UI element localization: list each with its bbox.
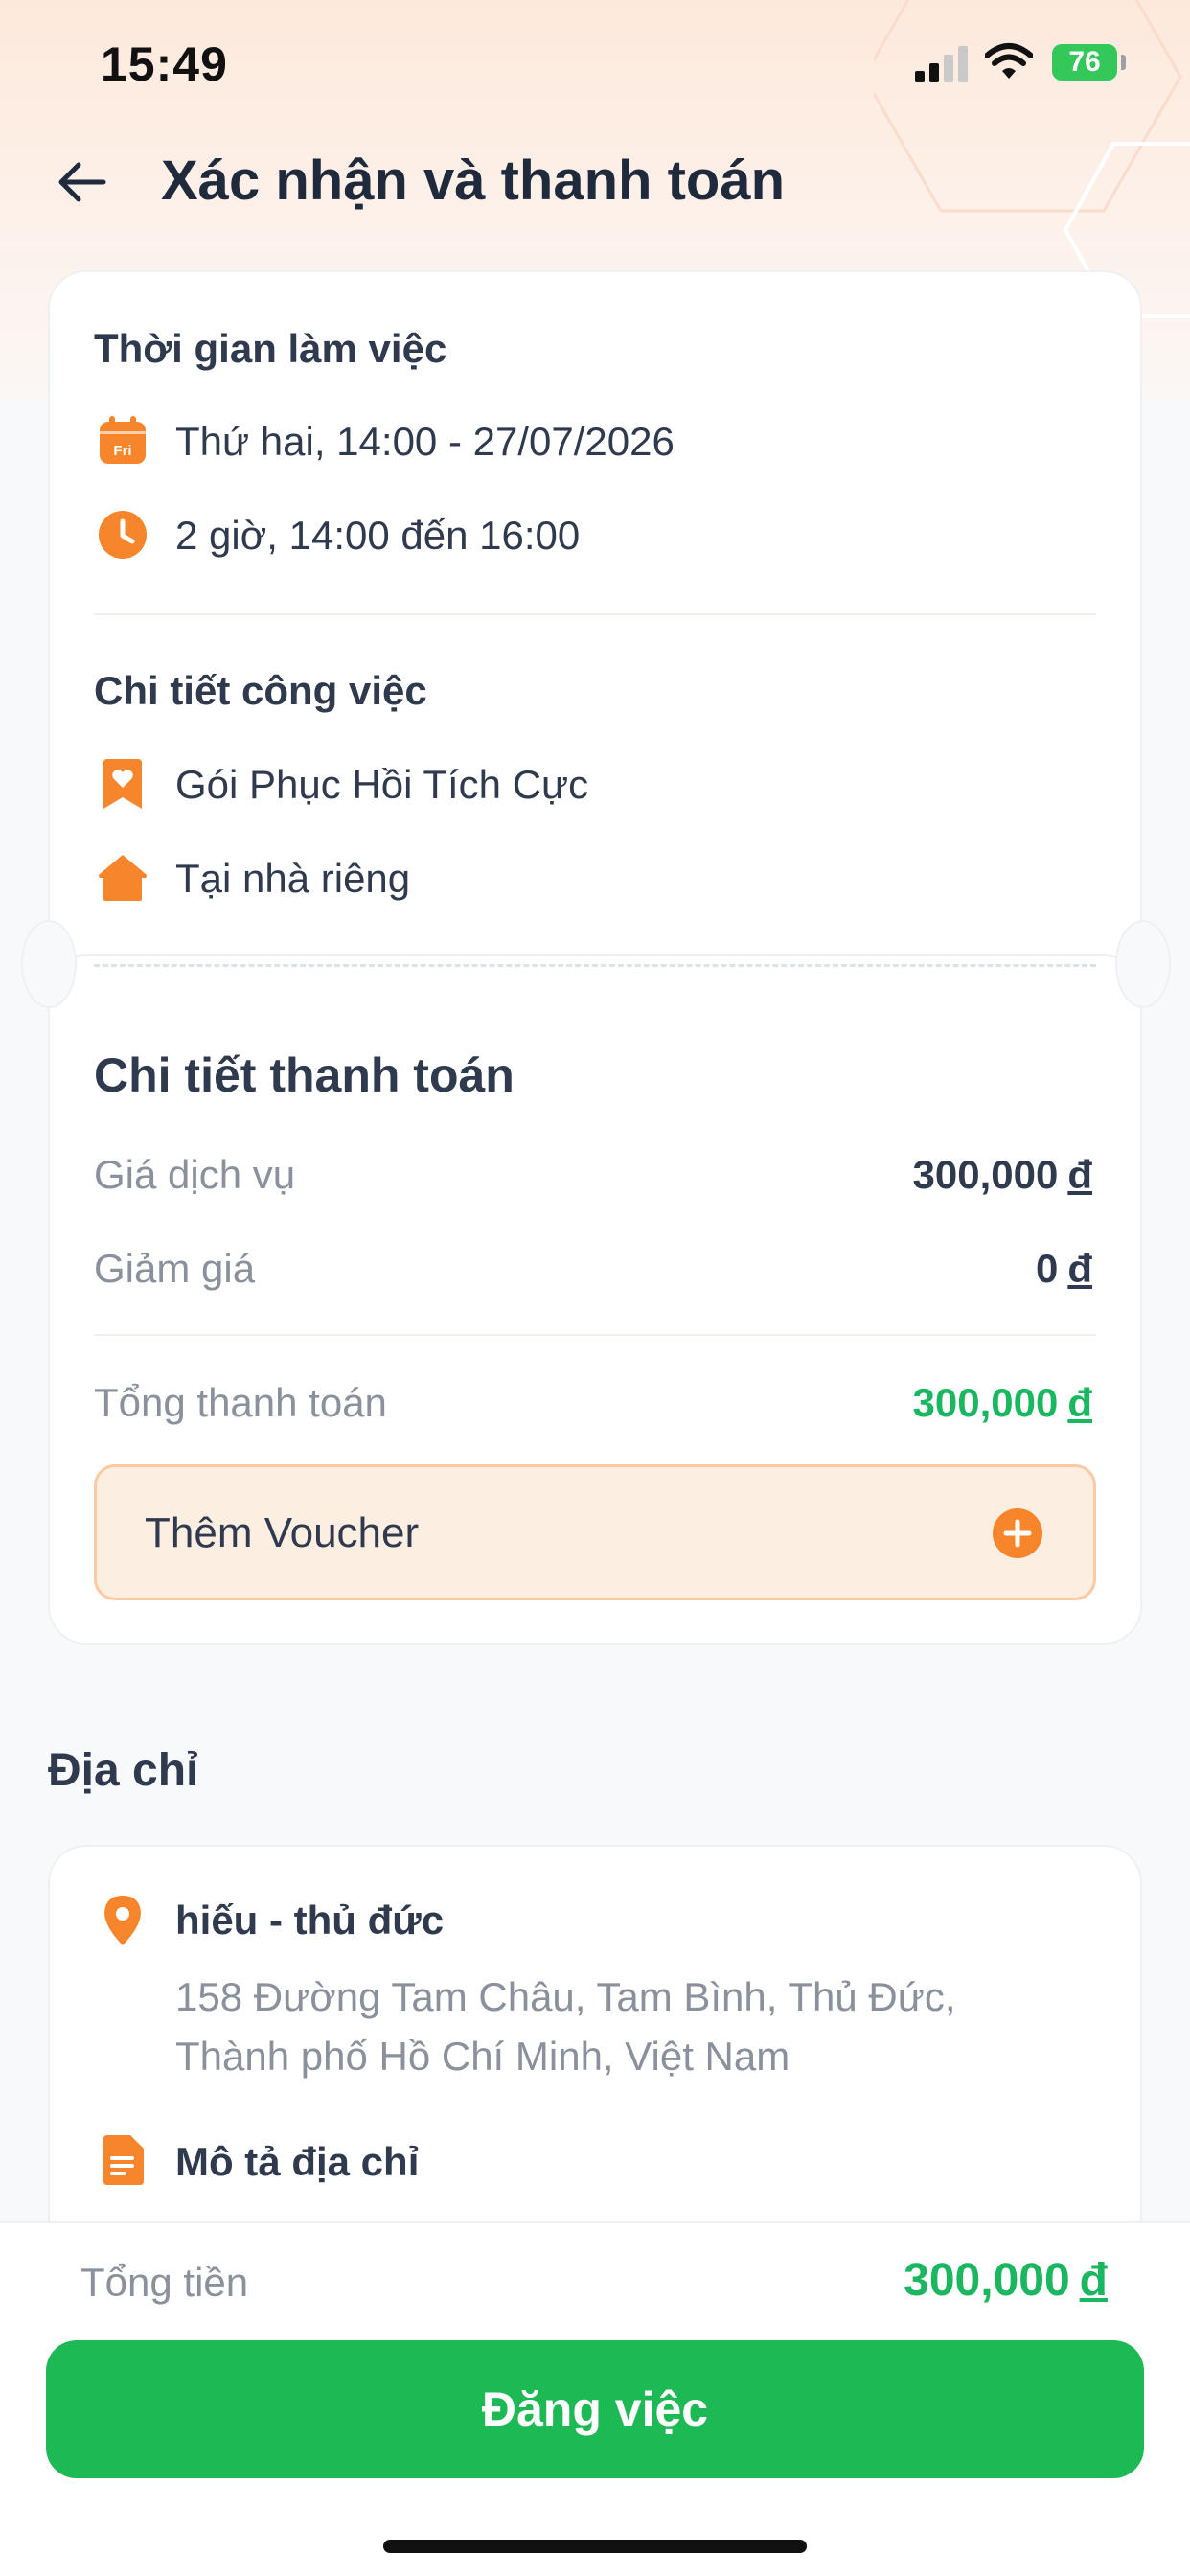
payment-title: Chi tiết thanh toán: [94, 1048, 515, 1102]
battery-level: 76: [1068, 46, 1101, 78]
signal-icon: [915, 46, 968, 82]
voucher-label: Thêm Voucher: [145, 1509, 420, 1556]
address-line-1: 158 Đường Tam Châu, Tam Bình, Thủ Đức,: [175, 1974, 956, 2019]
total-payment-value: 300,000 đ: [913, 1380, 1092, 1426]
address-name: hiếu - thủ đức: [175, 1898, 445, 1943]
app-header: Xác nhận và thanh toán: [0, 134, 1190, 230]
currency-symbol: đ: [1067, 1152, 1092, 1197]
document-icon: [103, 2135, 144, 2185]
divider: [94, 1334, 1096, 1336]
home-indicator: [383, 2540, 807, 2553]
calendar-icon-label: Fri: [113, 443, 131, 459]
discount-value: 0đ: [1036, 1246, 1092, 1292]
footer-total-label: Tổng tiền: [80, 2260, 249, 2305]
back-arrow-icon[interactable]: [56, 155, 109, 209]
job-package: Gói Phục Hồi Tích Cực: [175, 762, 589, 807]
ticket-divider: [94, 964, 1096, 967]
job-details-title: Chi tiết công việc: [94, 668, 427, 713]
currency-symbol: đ: [1067, 1380, 1092, 1425]
home-icon: [99, 855, 147, 901]
page-title: Xác nhận và thanh toán: [161, 150, 785, 212]
work-duration: 2 giờ, 14:00 đến 16:00: [175, 513, 581, 558]
clock-icon: [99, 511, 147, 559]
post-job-button[interactable]: Đăng việc: [46, 2340, 1144, 2478]
discount-label: Giảm giá: [94, 1246, 256, 1291]
service-price-value: 300,000 đ: [913, 1152, 1092, 1198]
status-bar: 15:49 76: [0, 0, 1190, 129]
battery-indicator: 76: [1052, 44, 1117, 80]
bookmark-heart-icon: [103, 759, 142, 809]
plus-circle-icon: [993, 1508, 1042, 1558]
address-description-title: Mô tả địa chỉ: [175, 2139, 420, 2184]
total-payment-label: Tổng thanh toán: [94, 1380, 387, 1425]
bottom-bar: Tổng tiền 300,000 đ Đăng việc: [0, 2221, 1190, 2576]
wifi-icon: [985, 43, 1033, 79]
location-pin-icon: [104, 1896, 141, 1945]
currency-symbol: đ: [1079, 2255, 1108, 2306]
total-payment-amount: 300,000: [912, 1380, 1059, 1425]
service-price-label: Giá dịch vụ: [94, 1152, 296, 1197]
battery-cap: [1121, 55, 1126, 70]
address-line-2: Thành phố Hồ Chí Minh, Việt Nam: [175, 2034, 790, 2079]
discount-amount: 0: [1035, 1246, 1059, 1291]
ticket-notch-left: [21, 920, 77, 1008]
status-time: 15:49: [101, 37, 228, 91]
add-voucher-button[interactable]: Thêm Voucher: [94, 1464, 1096, 1600]
ticket-notch-right: [1115, 920, 1171, 1008]
footer-total-amount: 300,000: [904, 2255, 1070, 2306]
address-heading: Địa chỉ: [48, 1745, 199, 1796]
footer-total-value: 300,000 đ: [904, 2254, 1108, 2307]
work-time-title: Thời gian làm việc: [94, 326, 447, 371]
service-price-amount: 300,000: [912, 1152, 1059, 1197]
divider: [94, 613, 1096, 615]
work-date: Thứ hai, 14:00 - 27/07/2026: [175, 419, 675, 464]
calendar-icon: Fri: [100, 416, 146, 464]
currency-symbol: đ: [1067, 1246, 1092, 1291]
job-location: Tại nhà riêng: [175, 856, 411, 901]
